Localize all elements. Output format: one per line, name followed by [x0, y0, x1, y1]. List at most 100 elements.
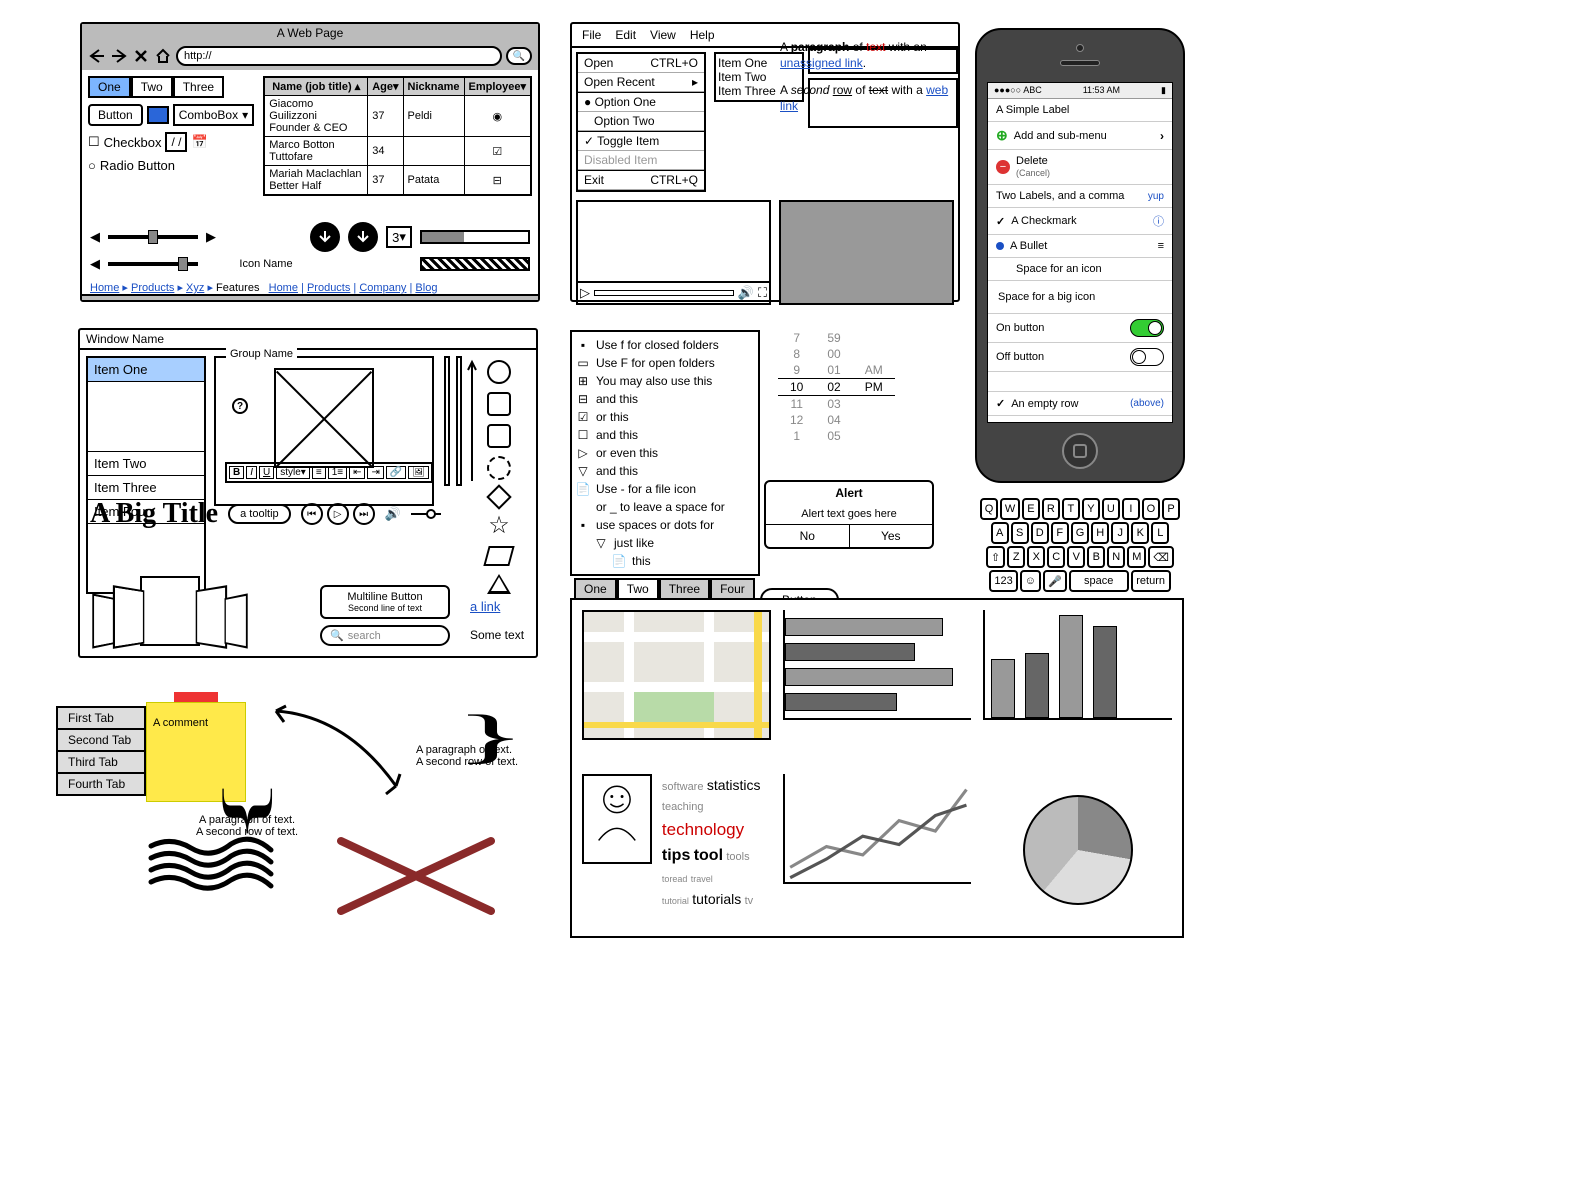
url-input[interactable]: http:// — [176, 46, 502, 66]
menu-item[interactable]: ExitCTRL+Q — [578, 171, 704, 190]
key[interactable]: K — [1131, 522, 1149, 544]
menu-edit[interactable]: Edit — [615, 28, 636, 42]
menu-help[interactable]: Help — [690, 28, 715, 42]
tree-item[interactable]: ▽and this — [576, 462, 754, 480]
slider-left-icon[interactable]: ◀ — [90, 229, 100, 245]
multiline-button[interactable]: Multiline Button Second line of text — [320, 585, 450, 619]
key[interactable]: P — [1162, 498, 1180, 520]
italic-button[interactable]: I — [246, 466, 257, 479]
key[interactable]: V — [1067, 546, 1085, 568]
nav-link[interactable]: Home — [269, 282, 298, 294]
fullscreen-icon[interactable]: ⛶ — [758, 285, 767, 301]
date-input[interactable]: / / — [165, 132, 187, 152]
tree-item[interactable]: ☑or this — [576, 408, 754, 426]
nav-link[interactable]: Products — [307, 282, 350, 294]
key[interactable]: M — [1127, 546, 1146, 568]
tree-item[interactable]: ▷or even this — [576, 444, 754, 462]
vtab[interactable]: First Tab — [56, 706, 146, 730]
col-age[interactable]: Age▾ — [368, 77, 403, 96]
backspace-key[interactable]: ⌫ — [1148, 546, 1174, 568]
home-button[interactable] — [1062, 433, 1098, 469]
key[interactable]: B — [1087, 546, 1105, 568]
download-icon[interactable] — [310, 222, 340, 252]
volume-slider[interactable] — [411, 506, 441, 522]
key[interactable]: Y — [1082, 498, 1100, 520]
search-input[interactable]: 🔍search — [320, 625, 450, 646]
col-emp[interactable]: Employee▾ — [464, 77, 531, 96]
key[interactable]: L — [1151, 522, 1169, 544]
list-item-delete[interactable]: −Delete(Cancel) — [988, 150, 1172, 185]
list-item[interactable]: Item One — [88, 358, 204, 382]
crumb[interactable]: Products — [131, 282, 174, 294]
slider-right-icon[interactable]: ▶ — [206, 229, 216, 245]
tree-item[interactable]: 📄this — [576, 552, 754, 570]
stop-icon[interactable] — [132, 47, 150, 65]
key[interactable]: T — [1062, 498, 1080, 520]
tree-item[interactable]: ⊞You may also use this — [576, 372, 754, 390]
back-icon[interactable] — [88, 47, 106, 65]
menu-item[interactable]: Open Recent▸ — [578, 73, 704, 92]
rewind-button[interactable]: ⏮ — [301, 503, 323, 525]
menu-item-radio[interactable]: Option Two — [578, 112, 704, 131]
menu-file[interactable]: File — [582, 28, 601, 42]
list-item-bullet[interactable]: A Bullet≡ — [988, 235, 1172, 258]
emoji-key[interactable]: ☺ — [1020, 570, 1041, 592]
toggle-on[interactable] — [1130, 319, 1164, 337]
key[interactable]: W — [1000, 498, 1020, 520]
checkbox[interactable]: ☐ — [88, 134, 100, 150]
volume-icon[interactable]: 🔊 — [385, 506, 401, 522]
menu-view[interactable]: View — [650, 28, 676, 42]
numeric-stepper[interactable]: 3▾ — [386, 226, 412, 248]
toggle-off[interactable] — [1130, 348, 1164, 366]
time-picker[interactable]: 759 800 901AM 1002PM 1103 1204 105 — [778, 330, 895, 444]
download-icon-2[interactable] — [348, 222, 378, 252]
image-button[interactable]: 🖼 — [408, 466, 429, 479]
coverflow[interactable] — [90, 576, 242, 646]
numbers-key[interactable]: 123 — [989, 570, 1017, 592]
key[interactable]: A — [991, 522, 1009, 544]
style-dropdown[interactable]: style▾ — [276, 466, 310, 479]
tree-item[interactable]: ▪Use f for closed folders — [576, 336, 754, 354]
radio[interactable]: ○ — [88, 158, 96, 173]
nav-link[interactable]: Company — [359, 282, 406, 294]
seek-bar[interactable] — [594, 290, 734, 296]
tab-three[interactable]: Three — [173, 76, 224, 98]
calendar-icon[interactable]: 📅 — [191, 134, 207, 150]
list-item-add[interactable]: ⊕Add and sub-menu› — [988, 122, 1172, 150]
tab-two[interactable]: Two — [131, 76, 173, 98]
play-icon[interactable]: ▷ — [580, 285, 590, 301]
key[interactable]: J — [1111, 522, 1129, 544]
key[interactable]: U — [1102, 498, 1120, 520]
col-name[interactable]: Name (job title) ▴ — [264, 77, 367, 96]
key[interactable]: D — [1031, 522, 1049, 544]
mic-key[interactable]: 🎤 — [1043, 570, 1067, 592]
list-button[interactable]: ≡ — [312, 466, 326, 479]
link[interactable]: a link — [470, 599, 500, 614]
outdent-button[interactable]: ⇤ — [349, 466, 365, 479]
tab-one[interactable]: One — [88, 76, 131, 98]
v-scrollbar[interactable] — [444, 356, 450, 486]
key[interactable]: I — [1122, 498, 1140, 520]
map-placeholder[interactable] — [582, 610, 771, 740]
key[interactable]: O — [1142, 498, 1160, 520]
pointer-left-icon[interactable]: ◀ — [90, 256, 100, 272]
list-item[interactable]: Item Three — [88, 476, 204, 500]
crumb[interactable]: Home — [90, 282, 119, 294]
key[interactable]: X — [1027, 546, 1045, 568]
key[interactable]: E — [1022, 498, 1040, 520]
color-picker[interactable] — [147, 106, 169, 124]
forward-icon[interactable] — [110, 47, 128, 65]
shift-key[interactable]: ⇧ — [986, 546, 1005, 568]
alert-no-button[interactable]: No — [766, 525, 850, 547]
link-unassigned[interactable]: unassigned link — [780, 56, 863, 70]
crumb[interactable]: Xyz — [186, 282, 204, 294]
key[interactable]: R — [1042, 498, 1060, 520]
menu-item-radio[interactable]: ● Option One — [578, 93, 704, 112]
volume-icon[interactable]: 🔊 — [738, 285, 754, 301]
nav-link[interactable]: Blog — [415, 282, 437, 294]
key[interactable]: S — [1011, 522, 1029, 544]
numlist-button[interactable]: 1≡ — [328, 466, 347, 479]
v-slider[interactable] — [456, 356, 462, 486]
tab[interactable]: Four — [710, 578, 755, 598]
list-item[interactable]: Item Two — [88, 452, 204, 476]
